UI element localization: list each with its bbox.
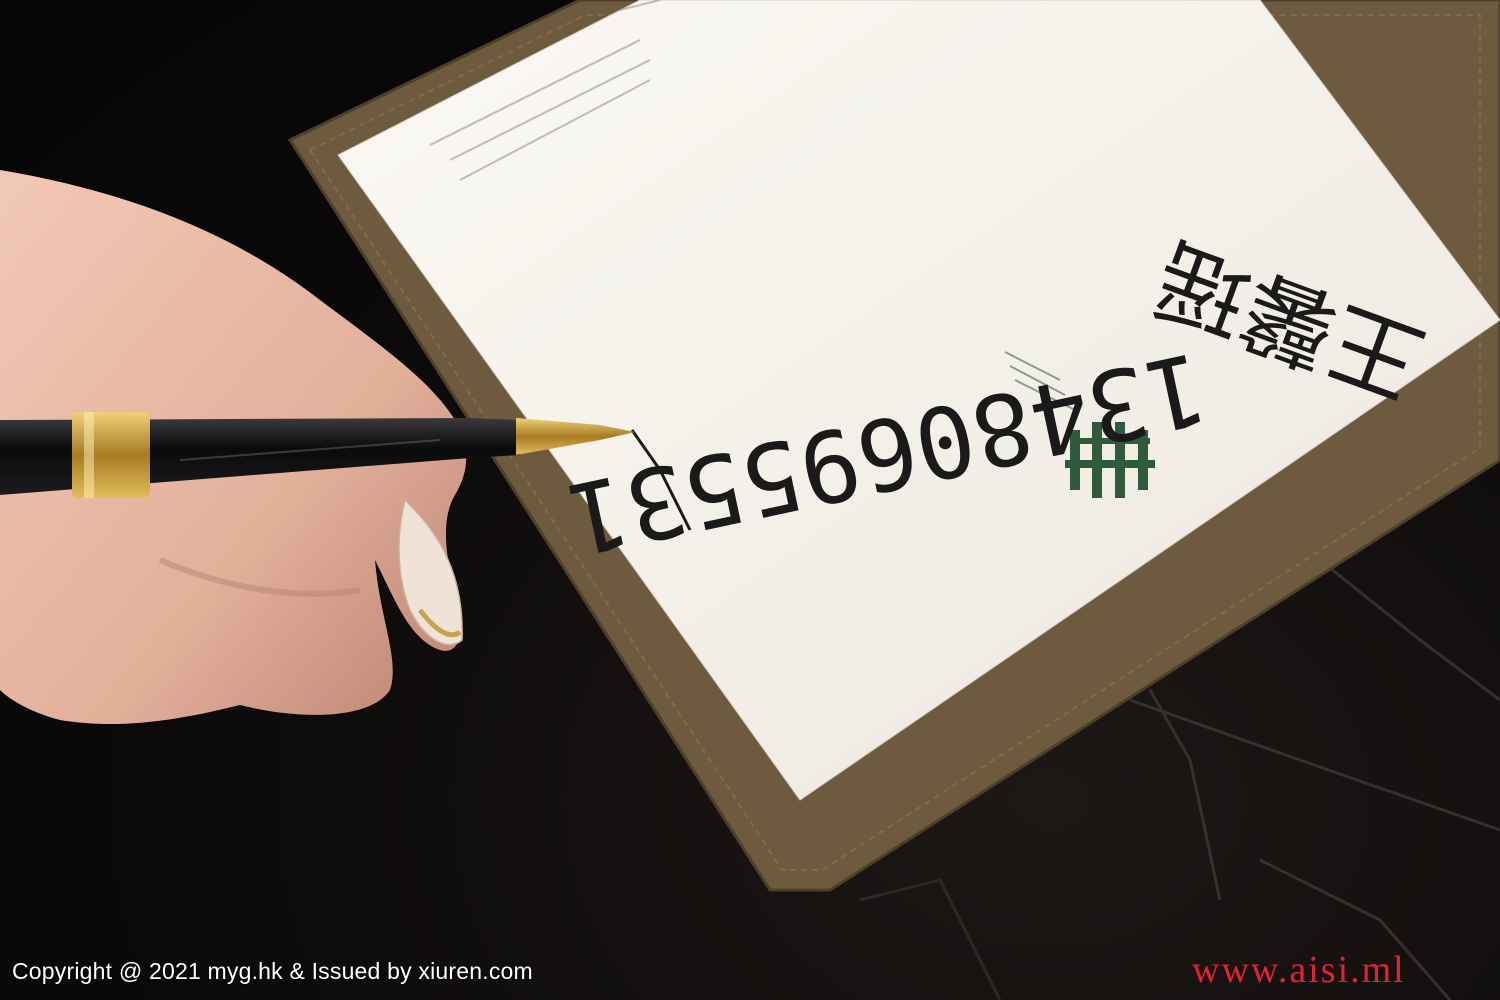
watermark-link: www.aisi.ml xyxy=(1192,949,1406,991)
photo-scene: 13480695531 王馨瑶 Copyright @ 2021 myg.hk … xyxy=(0,0,1500,1000)
photo-illustration: 13480695531 王馨瑶 xyxy=(0,0,1500,1000)
copyright-caption: Copyright @ 2021 myg.hk & Issued by xiur… xyxy=(12,958,533,984)
